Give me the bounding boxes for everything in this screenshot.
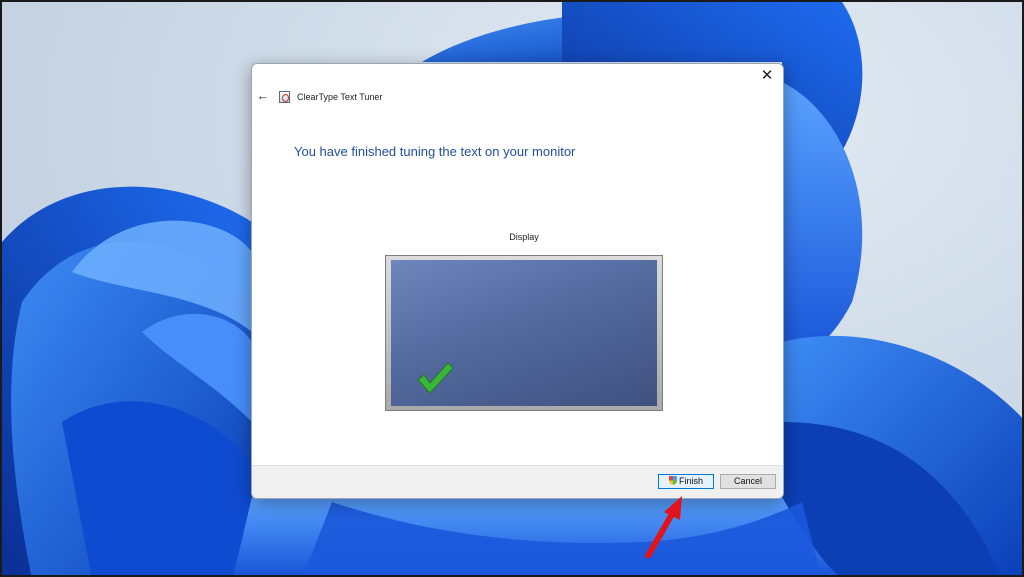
back-button[interactable]: ← — [255, 88, 271, 104]
annotation-arrow — [645, 496, 682, 558]
close-button[interactable]: ✕ — [757, 66, 777, 86]
checkmark-icon — [417, 362, 454, 394]
page-heading: You have finished tuning the text on you… — [294, 144, 576, 159]
dialog-footer: Finish Cancel — [252, 465, 783, 498]
monitor-preview — [385, 255, 663, 411]
finish-button[interactable]: Finish — [658, 474, 714, 489]
shield-icon — [668, 476, 677, 485]
monitor-screen — [391, 260, 657, 406]
close-icon: ✕ — [760, 67, 774, 84]
desktop: ✕ ← ClearType Text Tuner You have finish… — [0, 0, 1024, 577]
finish-label: Finish — [678, 476, 703, 486]
display-label: Display — [509, 232, 539, 242]
back-arrow-icon: ← — [256, 88, 270, 103]
cancel-button[interactable]: Cancel — [720, 474, 776, 489]
cleartype-dialog: ✕ ← ClearType Text Tuner You have finish… — [251, 63, 784, 499]
app-icon — [279, 91, 290, 103]
window-title: ClearType Text Tuner — [297, 92, 383, 102]
